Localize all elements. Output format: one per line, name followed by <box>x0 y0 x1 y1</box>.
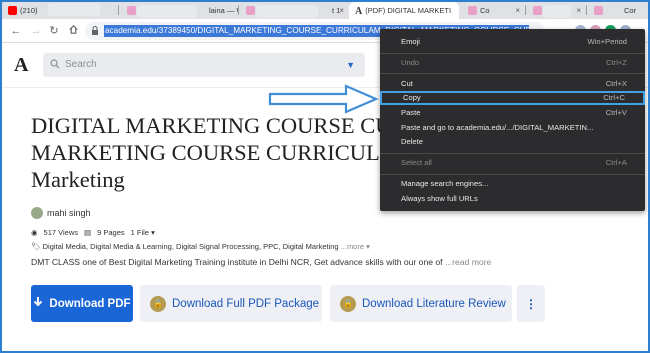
menu-item-manage-search-engines[interactable]: Manage search engines... <box>380 177 645 191</box>
chevron-down-icon[interactable]: ▼ <box>346 60 355 70</box>
menu-item-delete[interactable]: Delete <box>380 135 645 149</box>
menu-item-emoji[interactable]: Emoji Win+Period <box>380 35 645 49</box>
annotation-arrow-icon <box>268 84 379 114</box>
tab-strip: (210) laina — W t 1 × A (PDF) DIGITAL MA… <box>0 0 650 19</box>
tag-icon: 🏷 <box>31 242 41 251</box>
tab-3[interactable]: t 1 × <box>240 2 348 19</box>
academia-icon: A <box>355 6 363 17</box>
academia-logo[interactable]: A <box>14 54 28 77</box>
tab-2[interactable]: laina — W <box>121 2 239 19</box>
views-icon: ◉ <box>31 228 38 237</box>
menu-item-copy[interactable]: Copy Ctrl+C <box>380 91 645 105</box>
tags-more-link[interactable]: ...more ▾ <box>341 242 370 251</box>
download-pdf-button[interactable]: Download PDF <box>31 285 133 322</box>
tags-list[interactable]: Digital Media, Digital Media & Learning,… <box>43 242 339 251</box>
views-count: 517 Views <box>43 228 79 237</box>
menu-item-select-all[interactable]: Select all Ctrl+A <box>380 156 645 170</box>
tab-academia-active[interactable]: A (PDF) DIGITAL MARKETI <box>349 2 459 19</box>
menu-item-paste[interactable]: Paste Ctrl+V <box>380 106 645 120</box>
home-icon[interactable] <box>66 24 80 38</box>
tags-line: 🏷 Digital Media, Digital Media & Learnin… <box>31 242 370 251</box>
menu-item-cut[interactable]: Cut Ctrl+X <box>380 77 645 91</box>
context-menu: Emoji Win+Period Undo Ctrl+Z Cut Ctrl+X Cop… <box>380 29 645 211</box>
menu-item-undo[interactable]: Undo Ctrl+Z <box>380 56 645 70</box>
page-icon <box>246 6 255 15</box>
page-icon <box>533 6 542 15</box>
download-review-button[interactable]: 🔒 Download Literature Review <box>330 285 512 322</box>
menu-item-always-show-full-urls[interactable]: Always show full URLs <box>380 192 645 206</box>
close-tab-icon[interactable]: × <box>576 6 581 15</box>
page-icon <box>594 6 603 15</box>
page-icon <box>127 6 136 15</box>
tab-youtube[interactable]: (210) <box>2 2 52 19</box>
page-icon <box>468 6 477 15</box>
description: DMT CLASS one of Best Digital Marketing … <box>31 257 492 267</box>
lock-icon: 🔒 <box>340 295 356 312</box>
pages-icon: ▤ <box>84 228 92 237</box>
close-tab-icon[interactable]: × <box>515 6 520 15</box>
reload-icon[interactable]: ↻ <box>47 24 61 38</box>
back-icon[interactable]: ← <box>9 24 23 38</box>
search-placeholder: Search <box>65 59 97 70</box>
read-more-link[interactable]: ...read more <box>445 257 491 267</box>
lock-icon <box>91 25 101 37</box>
close-tab-icon[interactable]: × <box>339 6 344 15</box>
menu-item-paste-and-go[interactable]: Paste and go to academia.edu/.../DIGITAL… <box>380 121 645 135</box>
more-options-button[interactable]: ⋮ <box>517 285 545 322</box>
paper-meta: ◉ 517 Views ▤ 9 Pages 1 File ▾ <box>31 228 155 237</box>
pages-count: 9 Pages <box>97 228 125 237</box>
author[interactable]: mahi singh <box>31 207 91 219</box>
search-input[interactable]: Search ▼ <box>43 53 365 77</box>
tab-6[interactable]: × <box>527 2 585 19</box>
redacted-area <box>48 3 100 16</box>
forward-icon[interactable]: → <box>29 24 43 38</box>
author-name[interactable]: mahi singh <box>47 208 91 218</box>
youtube-icon <box>8 6 17 15</box>
search-icon <box>50 59 60 69</box>
lock-icon: 🔒 <box>150 295 166 312</box>
tab-7[interactable]: Cor <box>588 2 648 19</box>
download-package-button[interactable]: 🔒 Download Full PDF Package <box>140 285 322 322</box>
files-dropdown[interactable]: 1 File ▾ <box>131 228 155 237</box>
download-icon <box>33 296 43 311</box>
tab-5[interactable]: Co × <box>462 2 524 19</box>
avatar[interactable] <box>31 207 43 219</box>
